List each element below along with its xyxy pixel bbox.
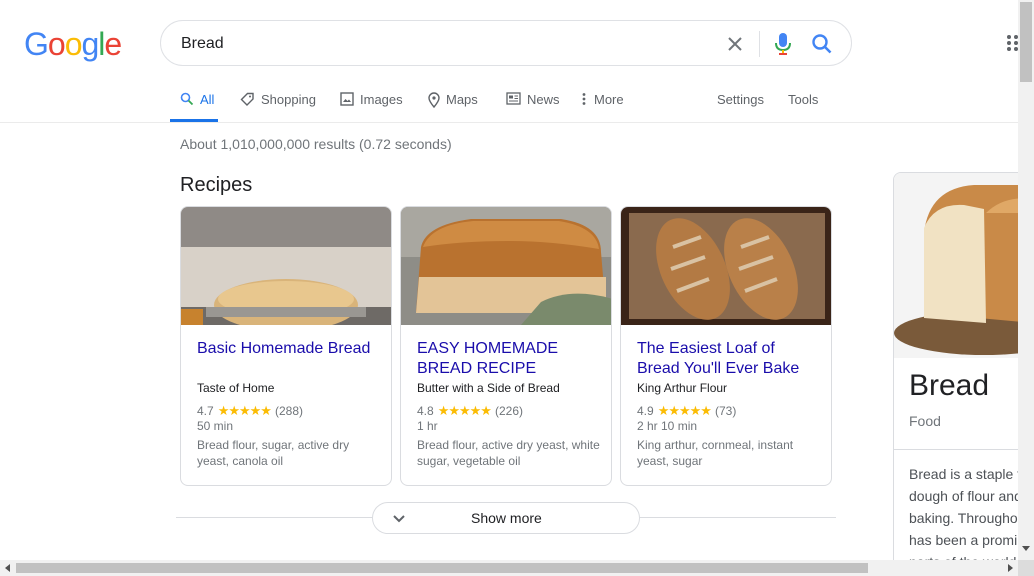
recipe-source: Butter with a Side of Bread: [417, 381, 560, 395]
newspaper-icon: [506, 92, 521, 105]
tab-images[interactable]: Images: [340, 84, 403, 122]
tools-label: Tools: [788, 92, 819, 107]
tab-label: Shopping: [261, 92, 316, 107]
vertical-scrollbar[interactable]: [1018, 0, 1034, 560]
scroll-right-arrow-icon[interactable]: [1008, 564, 1013, 572]
recipe-rating: 4.8 ★★★★★ (226): [417, 403, 523, 419]
review-count: (288): [274, 404, 303, 418]
logo-letter: o: [47, 26, 66, 62]
clear-search-button[interactable]: [723, 32, 747, 56]
knowledge-panel-description: Bread is a staple f dough of flour and b…: [909, 463, 1033, 571]
settings-button[interactable]: Settings: [717, 84, 764, 122]
recipe-source: King Arthur Flour: [637, 381, 728, 395]
header-divider: [0, 122, 1018, 123]
search-button[interactable]: [809, 31, 835, 57]
horizontal-scroll-thumb[interactable]: [16, 563, 868, 573]
result-stats: About 1,010,000,000 results (0.72 second…: [180, 136, 452, 152]
recipe-ingredients: Bread flour, sugar, active dry yeast, ca…: [197, 438, 350, 468]
tab-label: Images: [360, 92, 403, 107]
tab-label: All: [200, 92, 215, 107]
search-icon: [180, 92, 194, 106]
recipe-card[interactable]: Basic Homemade Bread Taste of Home 4.7 ★…: [180, 206, 392, 486]
tab-news[interactable]: News: [506, 84, 560, 122]
voice-search-button[interactable]: [771, 31, 795, 57]
tools-button[interactable]: Tools: [788, 84, 818, 122]
recipe-card[interactable]: EASY HOMEMADE BREAD RECIPE Butter with a…: [400, 206, 612, 486]
knowledge-panel: Bread Food Bread is a staple f dough of …: [893, 172, 1033, 572]
scrollbar-corner: [1018, 560, 1034, 576]
recipe-title[interactable]: The Easiest Loaf of Bread You'll Ever Ba…: [637, 339, 821, 379]
description-line: dough of flour and: [909, 488, 1022, 504]
close-icon: [728, 37, 742, 51]
recipe-ingredients: King arthur, cornmeal, instant yeast, su…: [637, 438, 794, 468]
recipes-heading: Recipes: [180, 174, 253, 196]
tag-icon: [240, 92, 254, 106]
knowledge-panel-divider: [894, 449, 1033, 450]
scroll-left-arrow-icon[interactable]: [5, 564, 10, 572]
recipe-card[interactable]: The Easiest Loaf of Bread You'll Ever Ba…: [620, 206, 832, 486]
tab-label: News: [527, 92, 560, 107]
image-icon: [340, 92, 354, 106]
description-line: has been a promi: [909, 532, 1018, 548]
show-more-button[interactable]: Show more: [372, 502, 640, 534]
logo-letter: G: [24, 26, 49, 62]
microphone-icon: [775, 33, 791, 55]
recipe-source: Taste of Home: [197, 381, 275, 395]
star-rating-icon: ★★★★★: [217, 403, 272, 418]
review-count: (226): [494, 404, 523, 418]
more-vert-icon: [582, 93, 586, 105]
recipe-image: [401, 207, 611, 325]
scroll-down-arrow-icon[interactable]: [1022, 546, 1030, 551]
logo-letter: e: [104, 26, 122, 62]
rating-value: 4.9: [637, 404, 654, 418]
recipe-title[interactable]: EASY HOMEMADE BREAD RECIPE: [417, 339, 601, 379]
search-icon: [812, 34, 832, 54]
logo-letter: o: [64, 26, 83, 62]
chevron-down-icon: [393, 515, 405, 523]
horizontal-scrollbar[interactable]: [0, 560, 1034, 576]
star-rating-icon: ★★★★★: [657, 403, 712, 418]
tab-label: More: [594, 92, 624, 107]
map-pin-icon: [428, 92, 440, 108]
tab-label: Maps: [446, 92, 478, 107]
knowledge-panel-image[interactable]: [894, 173, 1033, 358]
recipe-title[interactable]: Basic Homemade Bread: [197, 339, 381, 359]
settings-label: Settings: [717, 92, 764, 107]
google-logo[interactable]: Google: [24, 26, 122, 63]
recipe-image: [181, 207, 391, 325]
recipe-time: 2 hr 10 min: [637, 419, 698, 433]
search-divider: [759, 31, 760, 57]
show-more-label: Show more: [471, 510, 542, 526]
tab-shopping[interactable]: Shopping: [240, 84, 316, 122]
tab-maps[interactable]: Maps: [428, 84, 478, 122]
logo-letter: g: [81, 26, 99, 62]
vertical-scroll-thumb[interactable]: [1020, 2, 1032, 82]
knowledge-panel-subtitle: Food: [909, 413, 941, 429]
recipe-image: [621, 207, 831, 325]
description-line: Bread is a staple f: [909, 466, 1022, 482]
search-box: [160, 20, 852, 66]
recipe-rating: 4.7 ★★★★★ (288): [197, 403, 303, 419]
recipe-rating: 4.9 ★★★★★ (73): [637, 403, 736, 419]
tab-all[interactable]: All: [170, 84, 218, 122]
recipe-ingredients: Bread flour, active dry yeast, white sug…: [417, 438, 600, 468]
tab-more[interactable]: More: [582, 84, 624, 122]
rating-value: 4.8: [417, 404, 434, 418]
description-line: baking. Througho: [909, 510, 1018, 526]
star-rating-icon: ★★★★★: [437, 403, 492, 418]
rating-value: 4.7: [197, 404, 214, 418]
knowledge-panel-title: Bread: [909, 369, 990, 402]
recipe-time: 1 hr: [417, 419, 438, 433]
search-input[interactable]: [181, 33, 701, 55]
review-count: (73): [714, 404, 737, 418]
recipe-time: 50 min: [197, 419, 234, 433]
